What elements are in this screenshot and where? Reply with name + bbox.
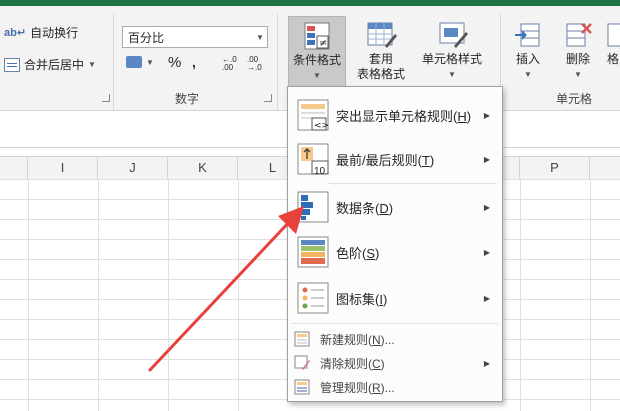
- annotation-arrow: [148, 206, 304, 372]
